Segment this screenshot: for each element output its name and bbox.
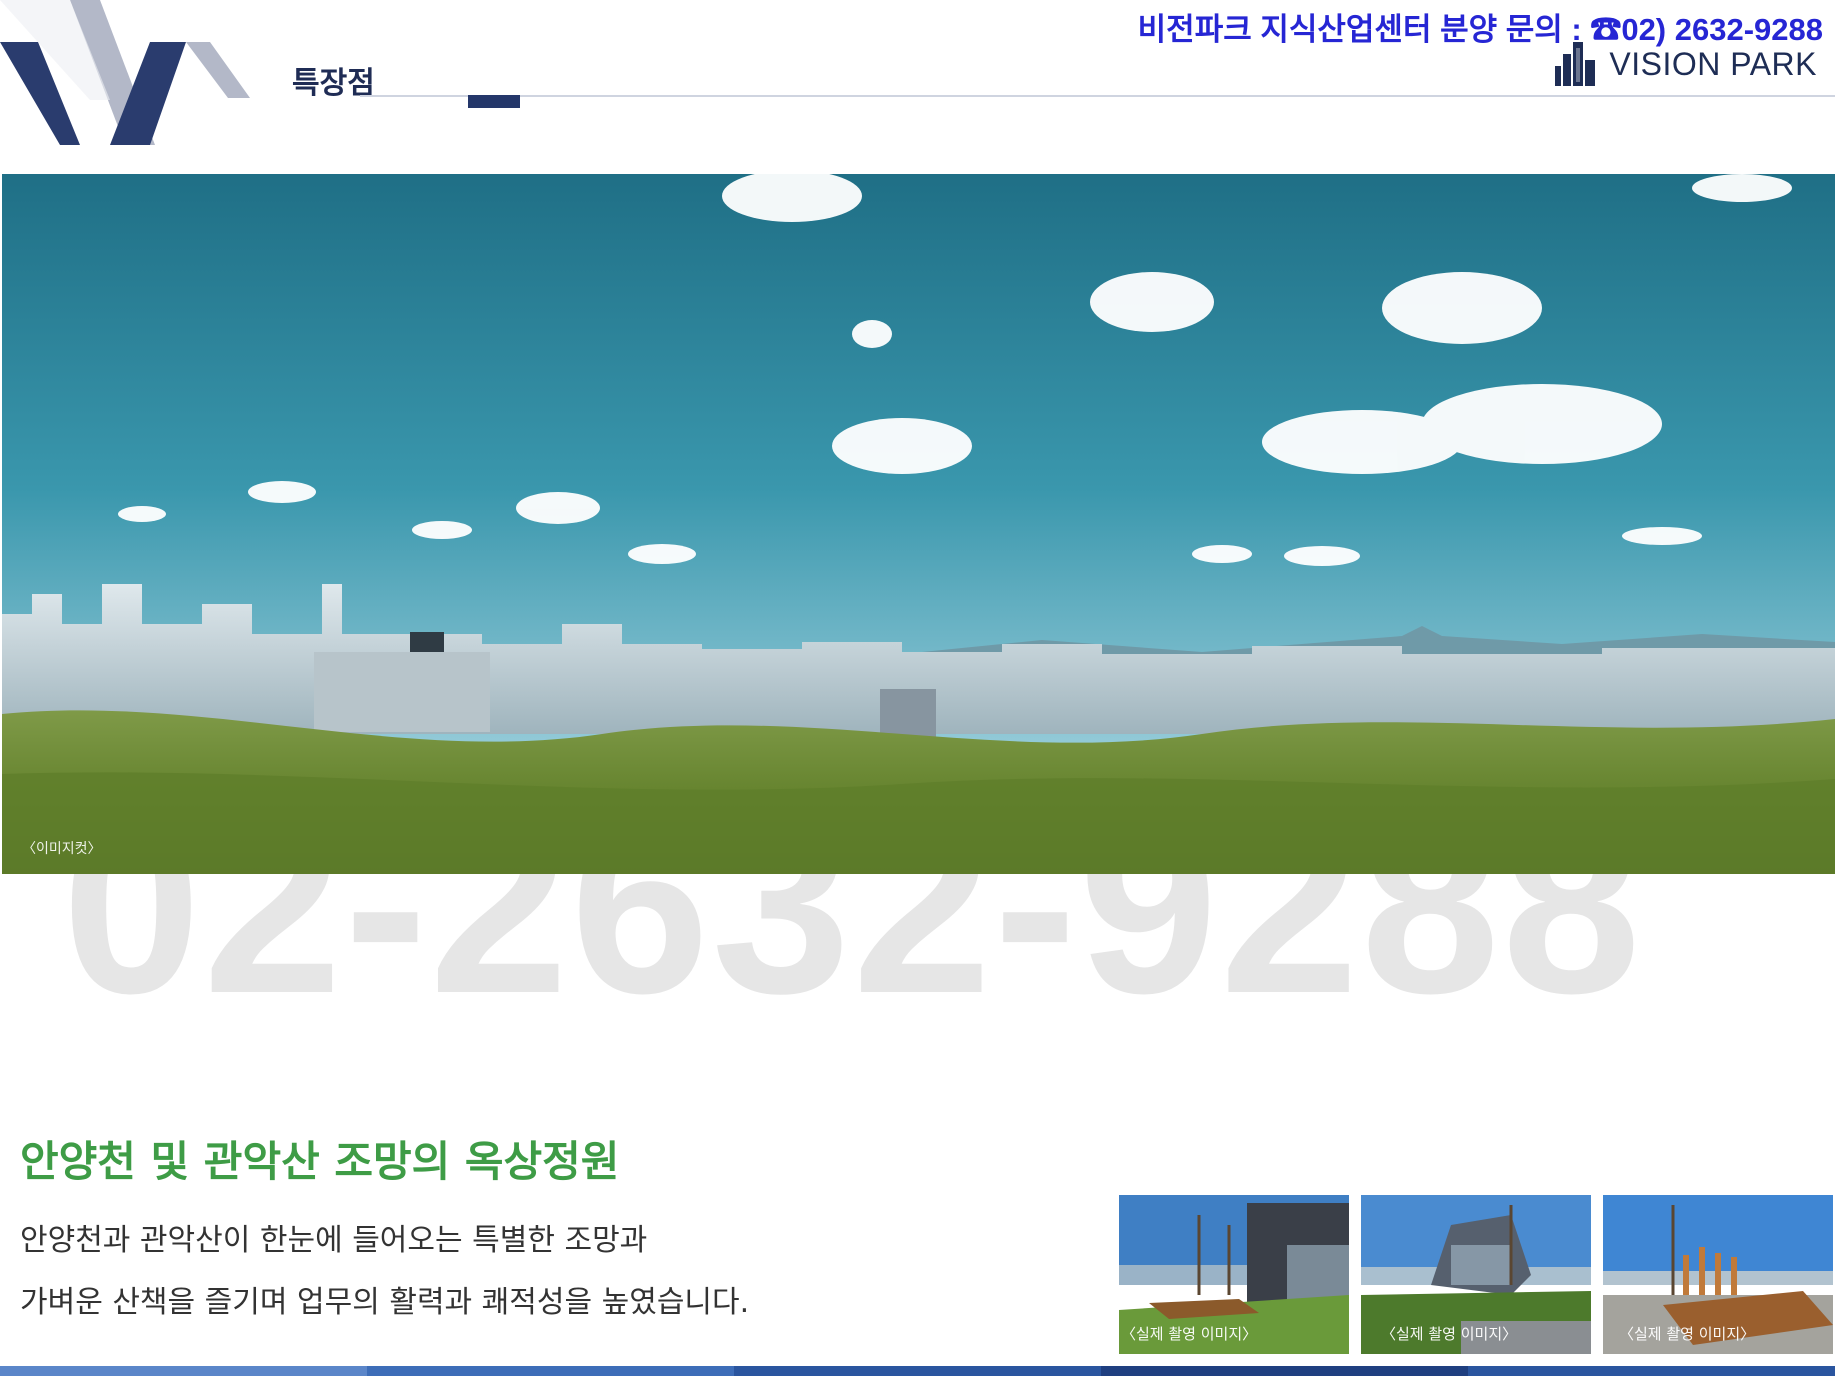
header-accent-bar bbox=[468, 95, 520, 108]
thumbnail-rooftop-1[interactable]: 〈실제 촬영 이미지〉 bbox=[1119, 1195, 1349, 1354]
header-divider bbox=[360, 95, 1835, 97]
thumbnail-caption: 〈실제 촬영 이미지〉 bbox=[1121, 1325, 1258, 1343]
thumbnail-gallery: 〈실제 촬영 이미지〉 〈실제 촬영 이미지〉 〈실제 촬영 이미지〉 bbox=[1119, 1195, 1833, 1354]
bottom-bar-segment bbox=[734, 1366, 1101, 1376]
brand[interactable]: VISION PARK bbox=[1555, 42, 1817, 86]
bottom-color-bar bbox=[0, 1366, 1835, 1376]
page: 특장점 비전파크 지식산업센터 분양 문의 : ☎02) 2632-9288 V… bbox=[0, 0, 1835, 1376]
bottom-bar-segment bbox=[0, 1366, 367, 1376]
phone-watermark: 02-2632-9288 bbox=[0, 874, 1835, 1004]
thumbnail-rooftop-2[interactable]: 〈실제 촬영 이미지〉 bbox=[1361, 1195, 1591, 1354]
vision-park-logo-icon[interactable] bbox=[0, 0, 250, 145]
thumbnail-caption: 〈실제 촬영 이미지〉 bbox=[1381, 1325, 1518, 1343]
feature-line: 가벼운 산책을 즐기며 업무의 활력과 쾌적성을 높였습니다. bbox=[20, 1285, 750, 1320]
bottom-bar-segment bbox=[1101, 1366, 1468, 1376]
feature-description: 안양천과 관악산이 한눈에 들어오는 특별한 조망과 가벼운 산책을 즐기며 업… bbox=[20, 1210, 749, 1334]
building-icon bbox=[1555, 42, 1596, 86]
panorama-image bbox=[2, 174, 1835, 874]
hero-caption: 〈이미지컷〉 bbox=[22, 841, 102, 857]
brand-name: VISION PARK bbox=[1609, 45, 1817, 82]
bottom-bar-segment bbox=[1468, 1366, 1835, 1376]
thumbnail-caption: 〈실제 촬영 이미지〉 bbox=[1619, 1325, 1756, 1343]
hero-panorama: 〈이미지컷〉 bbox=[2, 174, 1835, 874]
feature-title: 안양천 및 관악산 조망의 옥상정원 bbox=[20, 1137, 620, 1186]
thumbnail-rooftop-3[interactable]: 〈실제 촬영 이미지〉 bbox=[1603, 1195, 1833, 1354]
watermark-text: 02-2632-9288 bbox=[62, 874, 1643, 1004]
feature-line: 안양천과 관악산이 한눈에 들어오는 특별한 조망과 bbox=[20, 1223, 648, 1258]
bottom-bar-segment bbox=[367, 1366, 734, 1376]
header: 특장점 비전파크 지식산업센터 분양 문의 : ☎02) 2632-9288 V… bbox=[0, 0, 1835, 145]
